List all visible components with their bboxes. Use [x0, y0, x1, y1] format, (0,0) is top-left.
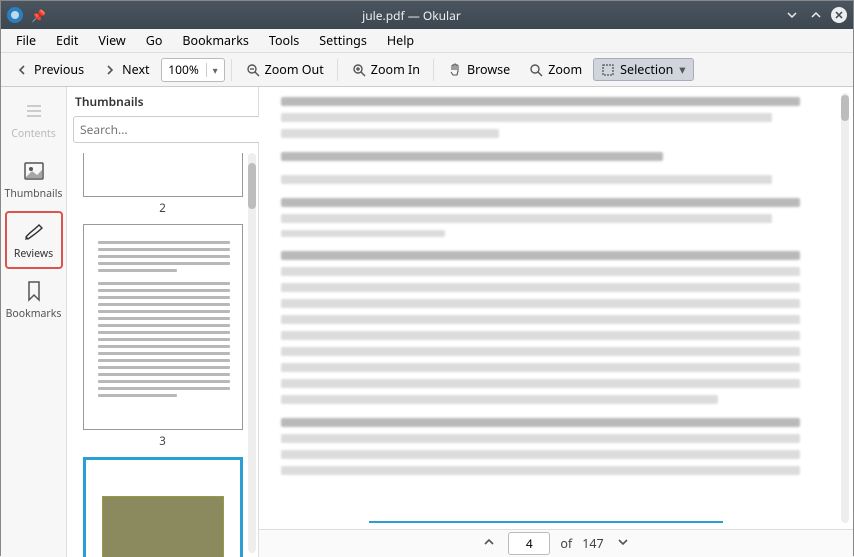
zoom-tool-label: Zoom	[548, 61, 582, 78]
sidetab-thumbnails-label: Thumbnails	[5, 187, 63, 201]
thumbnails-panel: Thumbnails ▽ 2 3	[67, 87, 259, 557]
thumbnail-label-2: 2	[73, 201, 252, 216]
thumbnail-scroll-handle[interactable]	[248, 163, 256, 209]
menu-view[interactable]: View	[89, 30, 134, 51]
image-icon	[22, 159, 46, 183]
magnifier-icon	[528, 62, 544, 78]
thumbnail-label-3: 3	[73, 434, 252, 449]
close-button[interactable]: ✕	[831, 7, 847, 23]
zoom-out-button[interactable]: Zoom Out	[238, 58, 331, 81]
pin-icon[interactable]: 📌	[31, 7, 46, 24]
titlebar: 📌 jule.pdf — Okular ✕	[1, 1, 853, 29]
toolbar: Previous Next ▾ Zoom Out Zoom In Browse …	[1, 53, 853, 87]
window-title: jule.pdf — Okular	[46, 7, 777, 24]
sidetab-thumbnails[interactable]: Thumbnails	[5, 151, 63, 209]
menubar: File Edit View Go Bookmarks Tools Settin…	[1, 29, 853, 53]
menu-settings[interactable]: Settings	[310, 30, 376, 51]
chevron-right-icon	[102, 62, 118, 78]
zoom-value-input[interactable]	[162, 61, 206, 78]
thumbnail-page-4[interactable]	[83, 457, 243, 557]
thumbnail-page-2[interactable]	[83, 153, 243, 197]
bookmark-icon	[22, 279, 46, 303]
viewer-scroll-handle[interactable]	[841, 95, 849, 121]
list-icon	[22, 99, 46, 123]
viewer-scrollbar[interactable]	[841, 93, 849, 523]
page-of-label: of	[560, 535, 572, 552]
sidetab-reviews-label: Reviews	[14, 247, 53, 261]
menu-edit[interactable]: Edit	[47, 30, 87, 51]
zoom-out-label: Zoom Out	[265, 61, 324, 78]
zoom-tool-button[interactable]: Zoom	[521, 58, 589, 81]
thumbnail-page-3[interactable]	[83, 224, 243, 430]
page-navigation: of 147	[259, 529, 853, 557]
thumbnails-header: Thumbnails	[67, 87, 258, 114]
sidetab-reviews[interactable]: Reviews	[5, 211, 63, 269]
selection-underline	[369, 521, 723, 523]
browse-label: Browse	[467, 61, 510, 78]
main-area: Contents Thumbnails Reviews Bookmarks Th…	[1, 87, 853, 557]
search-input[interactable]	[73, 116, 261, 143]
page-next-button[interactable]	[614, 535, 632, 552]
zoom-in-label: Zoom In	[371, 61, 420, 78]
zoom-dropdown-icon[interactable]: ▾	[206, 63, 224, 77]
separator	[433, 59, 434, 81]
sidetab-contents[interactable]: Contents	[5, 91, 63, 149]
browse-button[interactable]: Browse	[440, 58, 517, 81]
thumbnail-scrollbar[interactable]	[248, 153, 256, 553]
menu-file[interactable]: File	[7, 30, 45, 51]
next-button[interactable]: Next	[95, 58, 156, 81]
thumbnail-text-preview	[84, 225, 242, 411]
page-prev-button[interactable]	[480, 535, 498, 552]
previous-button[interactable]: Previous	[7, 58, 91, 81]
maximize-button[interactable]	[807, 6, 825, 24]
sidetab-contents-label: Contents	[11, 127, 56, 141]
page-total: 147	[582, 535, 603, 552]
selection-icon	[600, 62, 616, 78]
zoom-combo[interactable]: ▾	[161, 58, 225, 82]
separator	[231, 59, 232, 81]
side-tabs: Contents Thumbnails Reviews Bookmarks	[1, 87, 67, 557]
separator	[337, 59, 338, 81]
document-viewer[interactable]: of 147	[259, 87, 853, 557]
menu-go[interactable]: Go	[137, 30, 172, 51]
selection-button[interactable]: Selection ▾	[593, 58, 694, 81]
chevron-down-icon: ▾	[677, 62, 687, 78]
sidetab-bookmarks-label: Bookmarks	[6, 307, 62, 321]
minimize-button[interactable]	[783, 6, 801, 24]
menu-tools[interactable]: Tools	[260, 30, 308, 51]
chevron-left-icon	[14, 62, 30, 78]
zoom-in-icon	[351, 62, 367, 78]
zoom-in-button[interactable]: Zoom In	[344, 58, 427, 81]
zoom-out-icon	[245, 62, 261, 78]
thumbnail-list[interactable]: 2 3	[67, 149, 258, 557]
sidetab-bookmarks[interactable]: Bookmarks	[5, 271, 63, 329]
selection-highlight	[102, 496, 224, 557]
hand-icon	[447, 62, 463, 78]
menu-bookmarks[interactable]: Bookmarks	[173, 30, 257, 51]
page-number-input[interactable]	[508, 532, 550, 555]
pencil-icon	[22, 219, 46, 243]
next-label: Next	[122, 61, 149, 78]
selection-label: Selection	[620, 61, 673, 78]
previous-label: Previous	[34, 61, 84, 78]
page-content[interactable]	[273, 87, 835, 527]
menu-help[interactable]: Help	[378, 30, 423, 51]
app-icon	[7, 7, 23, 23]
